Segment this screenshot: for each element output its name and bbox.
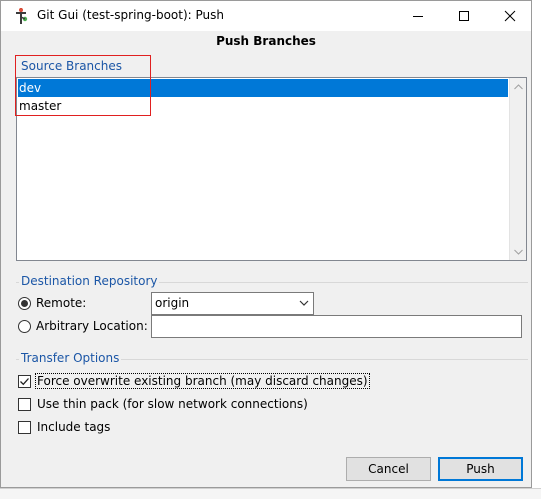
push-dialog: Git Gui (test-spring-boot): Push Push Br…	[0, 0, 532, 488]
remote-radio[interactable]	[18, 296, 31, 310]
arbitrary-location-radio[interactable]	[18, 319, 31, 333]
remote-radio-label: Remote:	[36, 296, 87, 310]
close-icon	[504, 10, 516, 22]
force-overwrite-label: Force overwrite existing branch (may dis…	[35, 373, 370, 389]
chevron-down-icon	[299, 300, 309, 306]
scroll-down-icon[interactable]	[510, 243, 527, 260]
list-scrollbar[interactable]	[509, 78, 526, 260]
thin-pack-option[interactable]: Use thin pack (for slow network connecti…	[18, 395, 309, 413]
branch-item-dev[interactable]: dev	[18, 79, 508, 97]
force-overwrite-option[interactable]: Force overwrite existing branch (may dis…	[18, 372, 370, 390]
transfer-options-label: Transfer Options	[19, 351, 122, 365]
background-window-bottom	[0, 488, 541, 499]
include-tags-checkbox[interactable]	[18, 420, 31, 434]
destination-repository-label: Destination Repository	[19, 274, 160, 288]
dialog-heading: Push Branches	[216, 34, 316, 48]
close-button[interactable]	[487, 1, 533, 31]
minimize-icon	[413, 16, 423, 17]
source-branches-list[interactable]: dev master	[16, 77, 527, 261]
thin-pack-checkbox[interactable]	[18, 397, 31, 411]
branch-item-master[interactable]: master	[18, 97, 61, 115]
push-button[interactable]: Push	[438, 457, 523, 481]
maximize-icon	[459, 11, 469, 21]
scroll-up-icon[interactable]	[510, 78, 527, 95]
arbitrary-location-radio-row[interactable]: Arbitrary Location:	[18, 318, 148, 334]
background-window	[532, 0, 541, 499]
remote-select[interactable]: origin	[151, 292, 314, 315]
checkmark-icon	[20, 377, 29, 385]
force-overwrite-checkbox[interactable]	[18, 374, 31, 388]
source-branches-label: Source Branches	[19, 59, 124, 73]
arbitrary-location-input[interactable]	[151, 315, 522, 338]
include-tags-label: Include tags	[37, 420, 111, 434]
cancel-button[interactable]: Cancel	[346, 457, 431, 481]
arbitrary-location-label: Arbitrary Location:	[36, 319, 148, 333]
remote-select-value: origin	[155, 296, 190, 310]
maximize-button[interactable]	[441, 1, 487, 31]
title-bar[interactable]: Git Gui (test-spring-boot): Push	[1, 1, 531, 31]
remote-radio-row[interactable]: Remote:	[18, 295, 86, 311]
window-title: Git Gui (test-spring-boot): Push	[37, 8, 224, 22]
git-gui-icon	[16, 8, 28, 24]
minimize-button[interactable]	[395, 1, 441, 31]
thin-pack-label: Use thin pack (for slow network connecti…	[37, 397, 308, 411]
include-tags-option[interactable]: Include tags	[18, 418, 111, 436]
